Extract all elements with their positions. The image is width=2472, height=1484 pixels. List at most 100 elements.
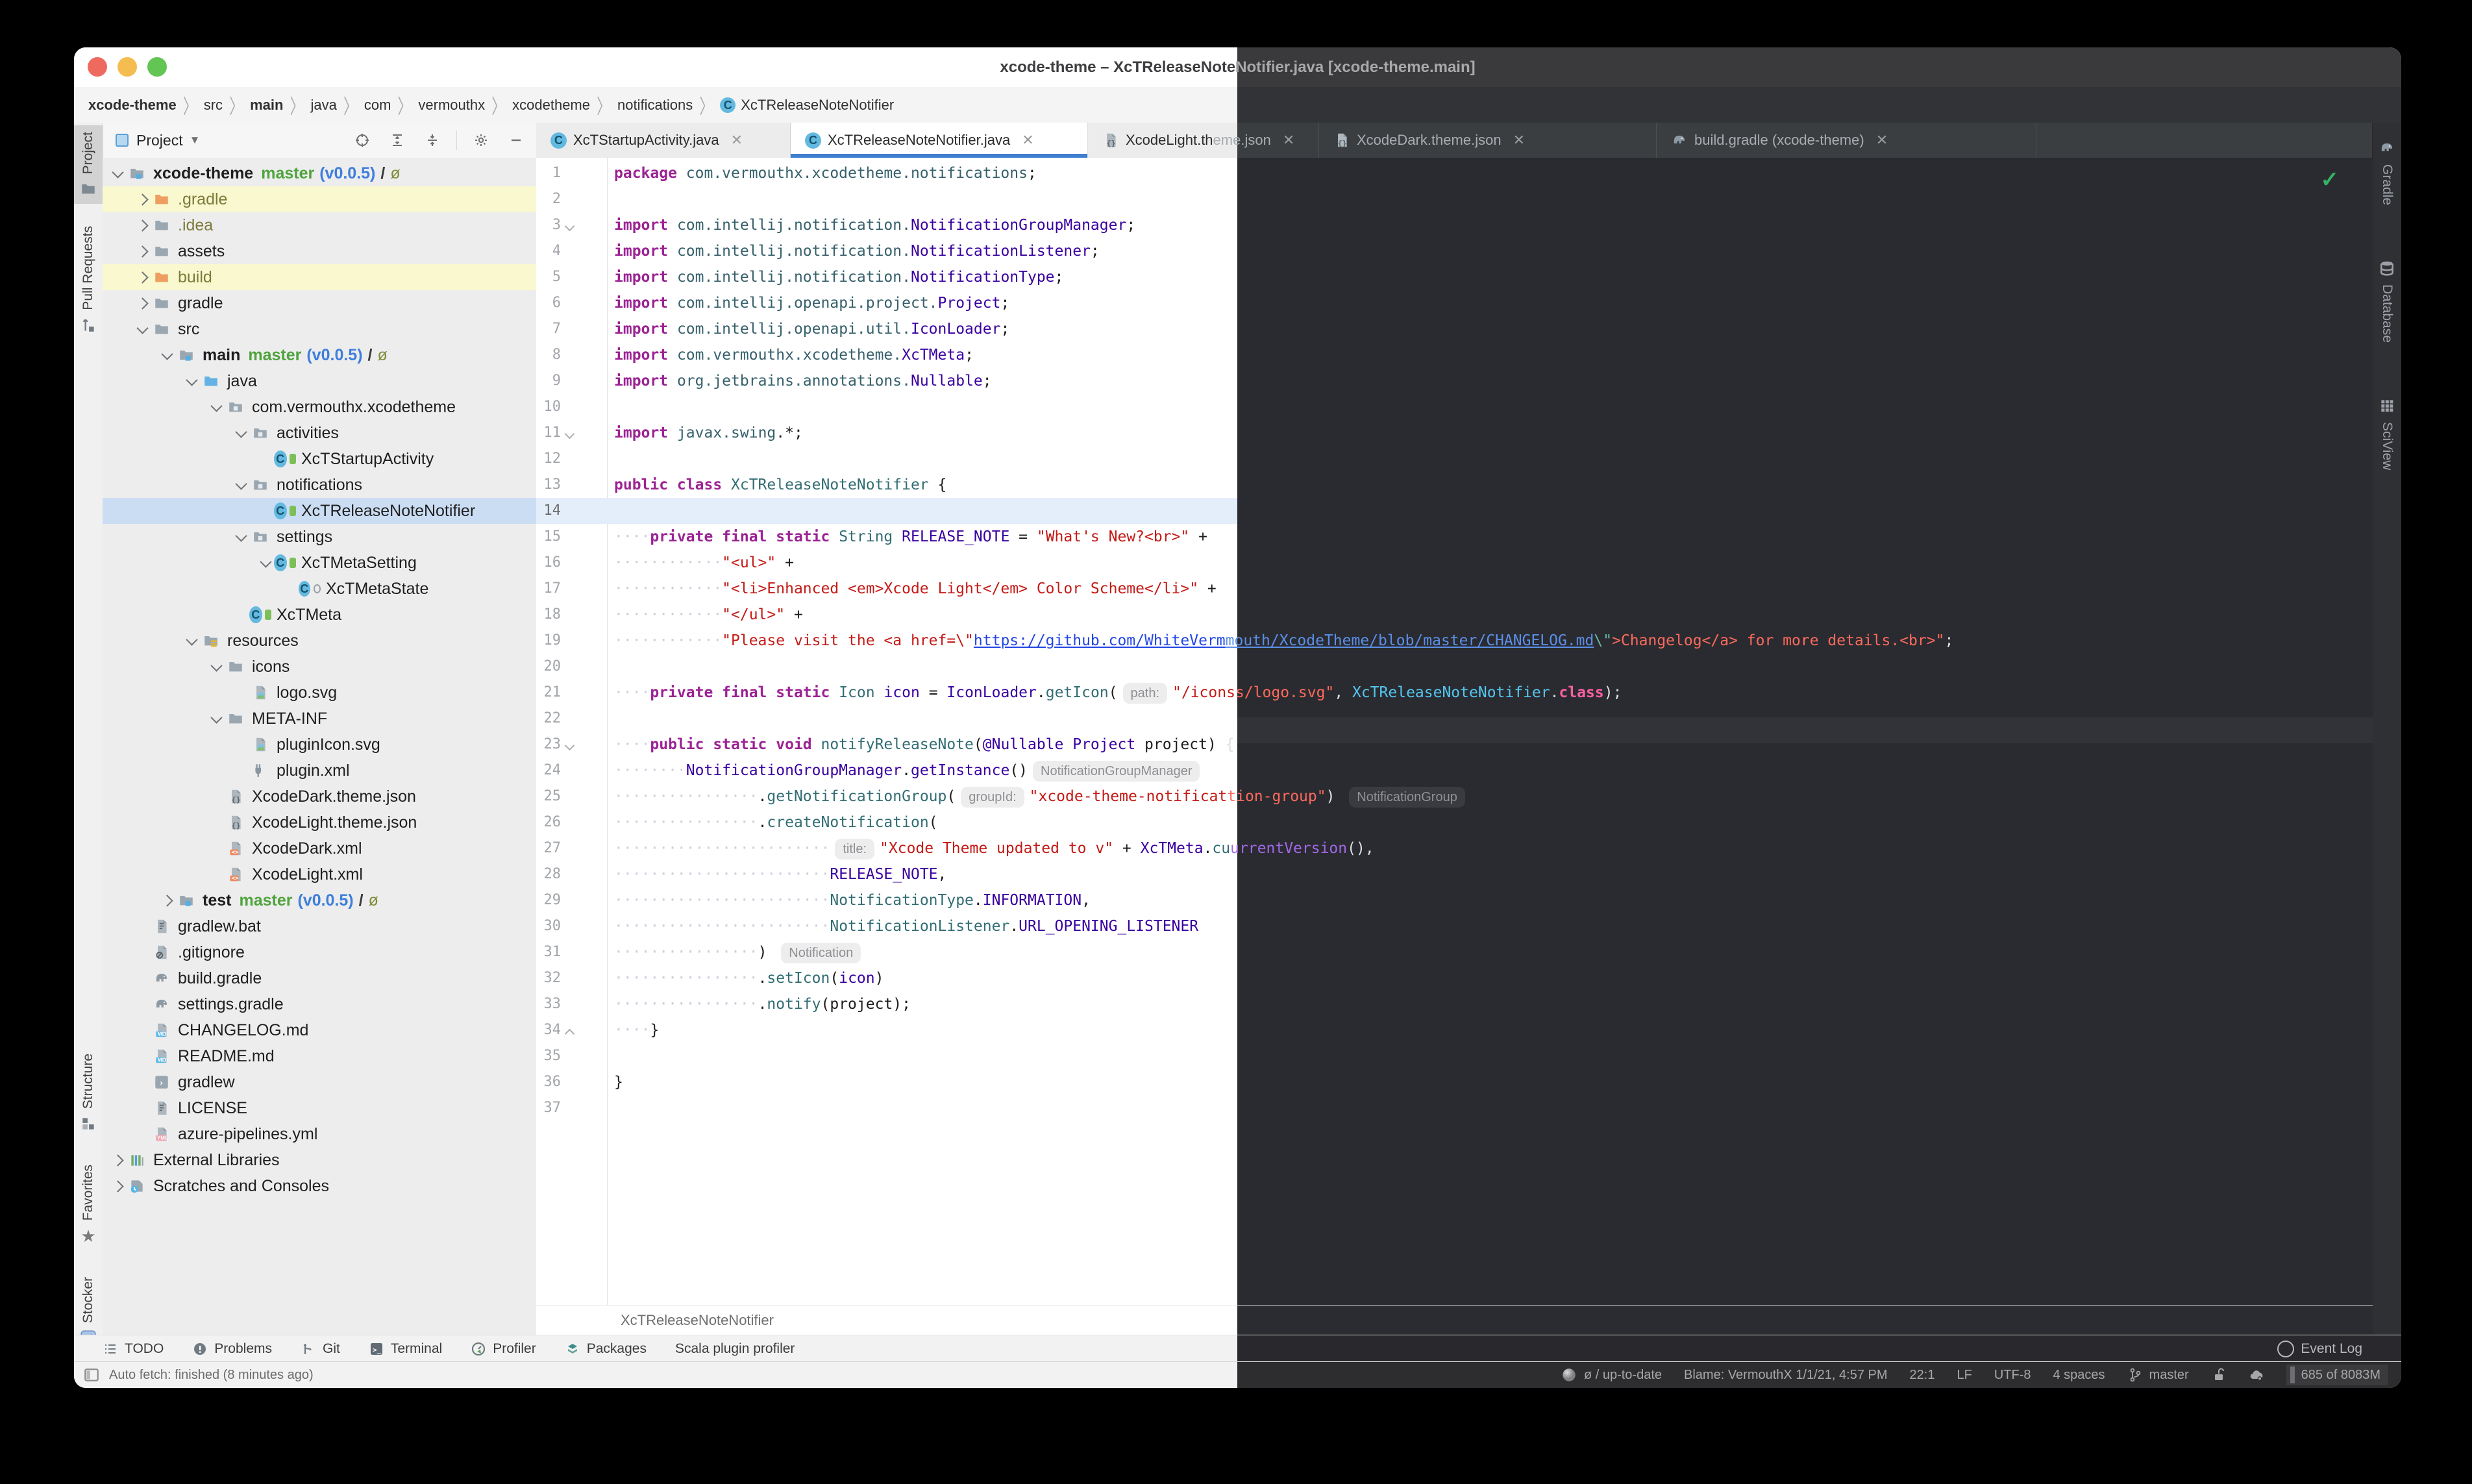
code-line-35[interactable]: 35 xyxy=(536,1043,2373,1069)
tree-row-xctmetasetting[interactable]: CXcTMetaSetting xyxy=(103,550,536,576)
tree-row--idea[interactable]: .idea xyxy=(103,212,536,238)
tool-window-button-packages[interactable]: Packages xyxy=(565,1341,647,1357)
code-line-22[interactable]: 22 xyxy=(536,706,2373,732)
code-line-32[interactable]: 32················.setIcon(icon) xyxy=(536,965,2373,991)
tree-row-xcode-theme[interactable]: xcode-thememaster(v0.0.5)/ø xyxy=(103,160,536,186)
toggle-tool-windows-icon[interactable] xyxy=(83,1367,100,1383)
code-line-19[interactable]: 19············"Please visit the <a href=… xyxy=(536,628,2373,654)
code-line-23[interactable]: 23····public static void notifyReleaseNo… xyxy=(536,732,2373,758)
code-line-21[interactable]: 21····private final static Icon icon = I… xyxy=(536,680,2373,706)
code-line-17[interactable]: 17············"<li>Enhanced <em>Xcode Li… xyxy=(536,576,2373,602)
tool-window-button-todo[interactable]: TODO xyxy=(103,1341,164,1357)
code-line-12[interactable]: 12 xyxy=(536,446,2373,472)
tree-expand-chevron-icon[interactable] xyxy=(134,195,151,204)
tab-close-icon[interactable]: ✕ xyxy=(1513,132,1525,149)
tree-row-gradlew[interactable]: ›gradlew xyxy=(103,1069,536,1095)
tree-row-xcodelight-xml[interactable]: <>XcodeLight.xml xyxy=(103,861,536,887)
hide-panel-button[interactable] xyxy=(505,127,527,153)
tree-row-xcodedark-xml[interactable]: <>XcodeDark.xml xyxy=(103,835,536,861)
code-line-28[interactable]: 28························RELEASE_NOTE, xyxy=(536,861,2373,887)
tool-window-button-profiler[interactable]: Profiler xyxy=(471,1341,536,1357)
editor-tab[interactable]: {}XcodeLight.theme.json✕ xyxy=(1088,123,1319,158)
tree-row-logo-svg[interactable]: logo.svg xyxy=(103,680,536,706)
tool-window-button-terminal[interactable]: >_Terminal xyxy=(369,1341,442,1357)
code-line-29[interactable]: 29························NotificationTy… xyxy=(536,887,2373,913)
code-line-18[interactable]: 18············"</ul>" + xyxy=(536,602,2373,628)
tab-close-icon[interactable]: ✕ xyxy=(1876,132,1888,149)
fold-marker-icon[interactable] xyxy=(566,221,573,233)
tree-collapse-chevron-icon[interactable] xyxy=(158,352,175,358)
tree-row-java[interactable]: java xyxy=(103,368,536,394)
code-line-24[interactable]: 24········NotificationGroupManager.getIn… xyxy=(536,758,2373,784)
status-item-utf-8[interactable]: UTF-8 xyxy=(1994,1368,2031,1383)
tree-collapse-chevron-icon[interactable] xyxy=(134,327,151,332)
tree-row-com-vermouthx-xcodetheme[interactable]: com.vermouthx.xcodetheme xyxy=(103,394,536,420)
editor-pane[interactable]: 1package com.vermouthx.xcodetheme.notifi… xyxy=(536,158,2373,1305)
tree-row-src[interactable]: src xyxy=(103,316,536,342)
tool-stripe-button-project[interactable]: Project xyxy=(74,125,103,204)
editor-tab[interactable]: {}XcodeDark.theme.json✕ xyxy=(1319,123,1657,158)
tree-row-xctreleasenotenotifier[interactable]: CXcTReleaseNoteNotifier xyxy=(103,498,536,524)
tree-collapse-chevron-icon[interactable] xyxy=(208,404,225,410)
editor-tab[interactable]: CXcTReleaseNoteNotifier.java✕ xyxy=(791,123,1088,158)
event-log-button[interactable]: Event Log xyxy=(2277,1341,2362,1357)
tree-expand-chevron-icon[interactable] xyxy=(134,247,151,256)
tree-row-xcodedark-theme-json[interactable]: {}XcodeDark.theme.json xyxy=(103,784,536,810)
project-view-selector[interactable]: Project ▼ xyxy=(114,132,200,149)
tree-collapse-chevron-icon[interactable] xyxy=(208,716,225,722)
code-line-36[interactable]: 36} xyxy=(536,1069,2373,1095)
expand-all-button[interactable] xyxy=(386,127,408,153)
tree-collapse-chevron-icon[interactable] xyxy=(257,560,274,566)
editor-breadcrumb-item[interactable]: XcTReleaseNoteNotifier xyxy=(621,1312,774,1329)
status-item-4-spaces[interactable]: 4 spaces xyxy=(2053,1368,2105,1383)
code-line-5[interactable]: 5import com.intellij.notification.Notifi… xyxy=(536,264,2373,290)
code-line-2[interactable]: 2 xyxy=(536,186,2373,212)
tool-window-button-scala-plugin-profiler[interactable]: Scala plugin profiler xyxy=(675,1341,795,1357)
tree-row-xctmeta[interactable]: CXcTMeta xyxy=(103,602,536,628)
tool-stripe-button-favorites[interactable]: Favorites★ xyxy=(74,1158,103,1250)
code-line-6[interactable]: 6import com.intellij.openapi.project.Pro… xyxy=(536,290,2373,316)
tree-row-license[interactable]: LICENSE xyxy=(103,1095,536,1121)
tree-expand-chevron-icon[interactable] xyxy=(134,299,151,308)
tree-row--gradle[interactable]: .gradle xyxy=(103,186,536,212)
tree-row-main[interactable]: mainmaster(v0.0.5)/ø xyxy=(103,342,536,368)
code-line-10[interactable]: 10 xyxy=(536,394,2373,420)
tool-stripe-button-gradle[interactable]: Gradle xyxy=(2373,132,2401,213)
breadcrumb-item[interactable]: java xyxy=(306,97,340,114)
status-item-blame-vermouthx-1-1-21-4-57-pm[interactable]: Blame: VermouthX 1/1/21, 4:57 PM xyxy=(1684,1368,1888,1383)
code-line-20[interactable]: 20 xyxy=(536,654,2373,680)
tree-row-activities[interactable]: activities xyxy=(103,420,536,446)
breadcrumb-item[interactable]: com xyxy=(360,97,395,114)
settings-button[interactable] xyxy=(470,127,492,153)
tree-row-resources[interactable]: resources xyxy=(103,628,536,654)
tree-collapse-chevron-icon[interactable] xyxy=(208,664,225,670)
code-line-26[interactable]: 26················.createNotification( xyxy=(536,810,2373,835)
fold-marker-icon[interactable] xyxy=(566,741,573,752)
tab-close-icon[interactable]: ✕ xyxy=(1283,132,1294,149)
tree-row-changelog-md[interactable]: MDCHANGELOG.md xyxy=(103,1017,536,1043)
code-line-7[interactable]: 7import com.intellij.openapi.util.IconLo… xyxy=(536,316,2373,342)
breadcrumb-item[interactable]: src xyxy=(200,97,227,114)
code-line-13[interactable]: 13public class XcTReleaseNoteNotifier { xyxy=(536,472,2373,498)
tree-row-settings-gradle[interactable]: settings.gradle xyxy=(103,991,536,1017)
editor-tab[interactable]: CXcTStartupActivity.java✕ xyxy=(536,123,791,158)
tree-row-gradlew-bat[interactable]: gradlew.bat xyxy=(103,913,536,939)
breadcrumb-item[interactable]: CXcTReleaseNoteNotifier xyxy=(716,97,898,114)
code-line-9[interactable]: 9import org.jetbrains.annotations.Nullab… xyxy=(536,368,2373,394)
breadcrumb-item[interactable]: xcode-theme xyxy=(84,97,180,114)
tree-expand-chevron-icon[interactable] xyxy=(134,273,151,282)
tree-row-scratches-and-consoles[interactable]: Scratches and Consoles xyxy=(103,1173,536,1199)
fold-marker-icon[interactable] xyxy=(566,429,573,441)
code-line-15[interactable]: 15····private final static String RELEAS… xyxy=(536,524,2373,550)
tool-stripe-button-database[interactable]: Database xyxy=(2373,252,2401,351)
status-item-cloud[interactable] xyxy=(2249,1367,2264,1383)
code-line-8[interactable]: 8import com.vermouthx.xcodetheme.XcTMeta… xyxy=(536,342,2373,368)
tree-row-build[interactable]: build xyxy=(103,264,536,290)
tree-row-test[interactable]: testmaster(v0.0.5)/ø xyxy=(103,887,536,913)
tree-collapse-chevron-icon[interactable] xyxy=(232,430,249,436)
tree-collapse-chevron-icon[interactable] xyxy=(183,378,200,384)
status-item-unlock[interactable] xyxy=(2211,1367,2227,1383)
collapse-all-button[interactable] xyxy=(421,127,443,153)
tree-expand-chevron-icon[interactable] xyxy=(158,897,175,905)
breadcrumb-item[interactable]: notifications xyxy=(613,97,697,114)
